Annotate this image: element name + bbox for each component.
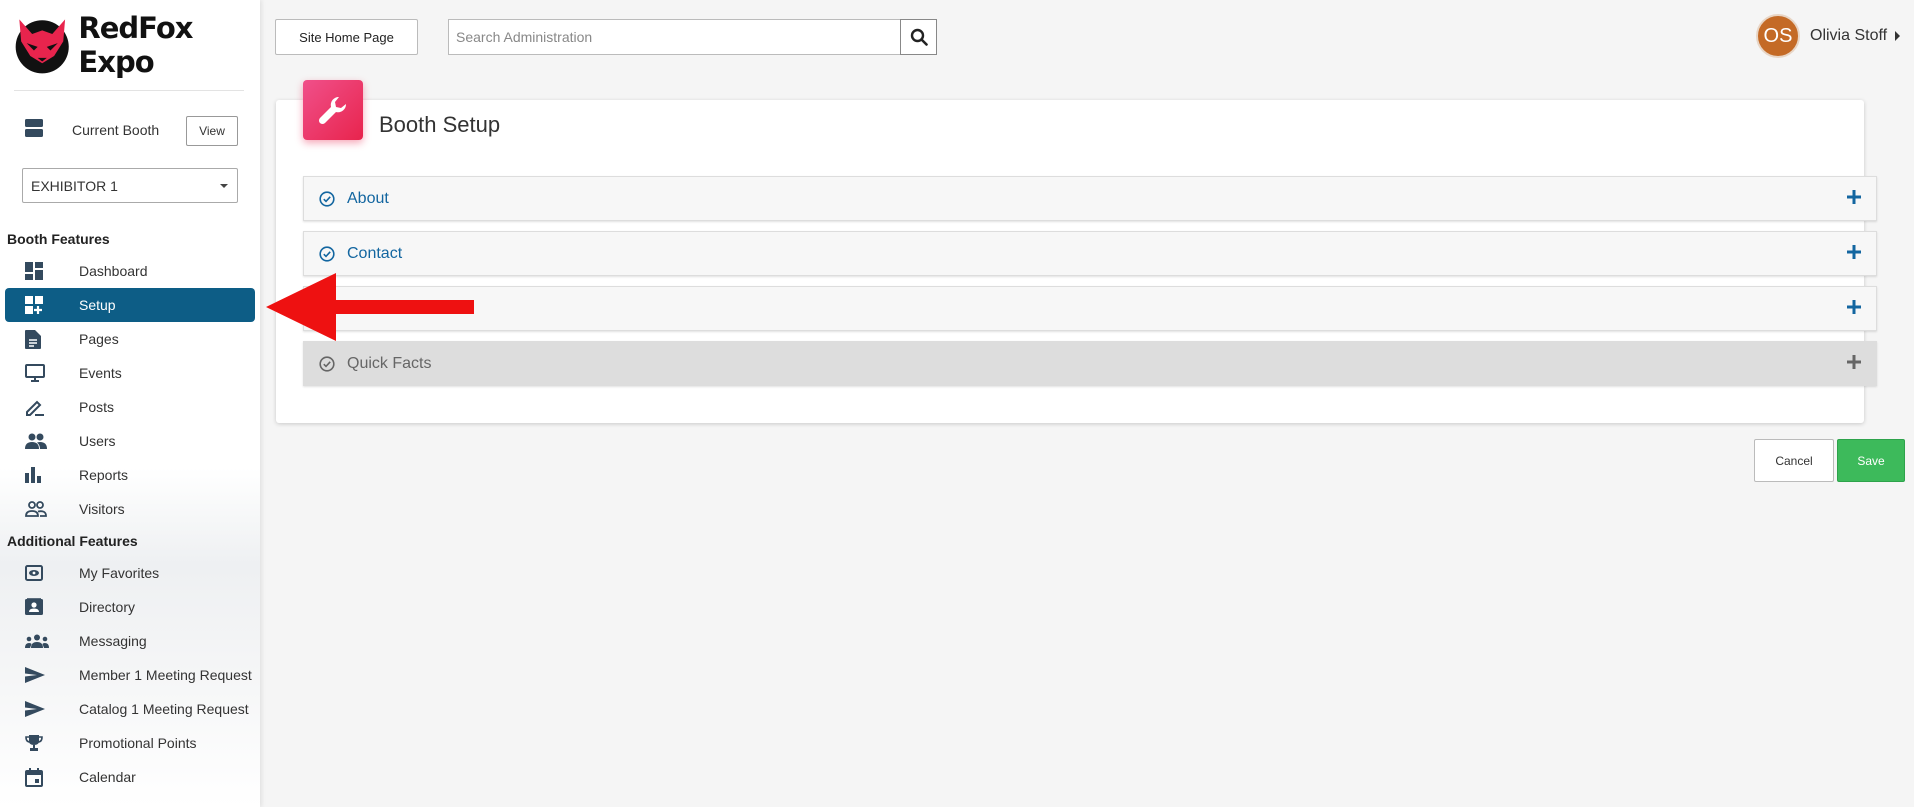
- user-name: Olivia Stoff: [1810, 27, 1888, 44]
- accordion-label: About: [347, 189, 389, 207]
- booth-features-heading: Booth Features: [7, 231, 110, 247]
- plus-icon[interactable]: [1846, 244, 1862, 260]
- check-circle-icon: [319, 190, 335, 207]
- calendar-icon: [25, 767, 51, 787]
- sidebar-item-label: Users: [79, 433, 116, 449]
- sidebar-item-catalog-meeting-request[interactable]: Catalog 1 Meeting Request: [5, 692, 255, 726]
- sidebar-item-label: Catalog 1 Meeting Request: [79, 701, 249, 717]
- sidebar-item-events[interactable]: Events: [5, 356, 255, 390]
- document-icon: [25, 329, 51, 349]
- user-menu[interactable]: OS Olivia Stoff: [1756, 14, 1901, 58]
- sidebar-item-setup[interactable]: Setup: [5, 288, 255, 322]
- sidebar-item-users[interactable]: Users: [5, 424, 255, 458]
- plus-icon[interactable]: [1846, 354, 1862, 370]
- sidebar-item-promotional-points[interactable]: Promotional Points: [5, 726, 255, 760]
- wrench-icon: [303, 80, 363, 140]
- trophy-icon: [25, 733, 51, 753]
- sidebar-item-directory[interactable]: Directory: [5, 590, 255, 624]
- sidebar-item-label: Events: [79, 365, 122, 381]
- red-arrow-icon: [266, 273, 474, 341]
- search-input[interactable]: [448, 19, 900, 55]
- check-circle-icon: [319, 355, 335, 372]
- users-icon: [25, 431, 51, 451]
- search-button[interactable]: [900, 19, 937, 55]
- booth-select[interactable]: EXHIBITOR 1: [22, 168, 238, 203]
- additional-features-heading: Additional Features: [7, 533, 138, 549]
- sidebar-item-label: Setup: [79, 297, 116, 313]
- booth-stack-icon: [24, 118, 44, 143]
- brand-logo[interactable]: RedFox Expo: [12, 11, 260, 79]
- sidebar-item-label: Member 1 Meeting Request: [79, 667, 252, 683]
- send-icon: [25, 699, 51, 719]
- contact-card-icon: [25, 597, 51, 617]
- accordion-label: Quick Facts: [347, 354, 432, 372]
- sidebar-item-label: Promotional Points: [79, 735, 197, 751]
- brand-name: RedFox Expo: [78, 11, 193, 79]
- accordion-contact[interactable]: Contact: [303, 231, 1877, 276]
- booth-select-value: EXHIBITOR 1: [31, 177, 118, 194]
- dashboard-icon: [25, 261, 51, 281]
- search-icon: [910, 28, 928, 46]
- sidebar-item-reports[interactable]: Reports: [5, 458, 255, 492]
- divider: [14, 90, 244, 91]
- sidebar-item-label: Dashboard: [79, 263, 148, 279]
- sidebar-item-label: Pages: [79, 331, 119, 347]
- eye-icon: [25, 563, 51, 583]
- dashboard-add-icon: [25, 295, 51, 315]
- check-circle-icon: [319, 245, 335, 262]
- sidebar: RedFox Expo Current Booth View EXHIBITOR…: [0, 0, 260, 807]
- sidebar-item-label: Visitors: [79, 501, 125, 517]
- sidebar-item-label: Directory: [79, 599, 136, 615]
- sidebar-item-member-meeting-request[interactable]: Member 1 Meeting Request: [5, 658, 255, 692]
- monitor-icon: [25, 363, 51, 383]
- avatar: OS: [1756, 14, 1800, 58]
- send-icon: [25, 665, 51, 685]
- sidebar-item-label: My Favorites: [79, 565, 160, 581]
- sidebar-item-visitors[interactable]: Visitors: [5, 492, 255, 526]
- sidebar-item-pages[interactable]: Pages: [5, 322, 255, 356]
- sidebar-item-calendar[interactable]: Calendar: [5, 760, 255, 794]
- sidebar-item-my-favorites[interactable]: My Favorites: [5, 556, 255, 590]
- caret-down-icon: [220, 183, 228, 188]
- group-icon: [25, 631, 51, 651]
- sidebar-item-label: Calendar: [79, 769, 136, 785]
- sidebar-item-messaging[interactable]: Messaging: [5, 624, 255, 658]
- accordion-label: Contact: [347, 244, 403, 262]
- sidebar-item-label: Reports: [79, 467, 129, 483]
- view-booth-button[interactable]: View: [186, 116, 238, 146]
- plus-icon[interactable]: [1846, 299, 1862, 315]
- plus-icon[interactable]: [1846, 189, 1862, 205]
- sidebar-item-label: Messaging: [79, 633, 147, 649]
- visitors-icon: [25, 499, 51, 519]
- cancel-button[interactable]: Cancel: [1754, 439, 1834, 482]
- accordion-section-3[interactable]: [303, 286, 1877, 331]
- accordion-about[interactable]: About: [303, 176, 1877, 221]
- sidebar-item-posts[interactable]: Posts: [5, 390, 255, 424]
- pen-icon: [25, 397, 51, 417]
- accordion-quick-facts[interactable]: Quick Facts: [303, 341, 1877, 386]
- page-title: Booth Setup: [379, 112, 501, 137]
- current-booth-label: Current Booth: [72, 122, 160, 138]
- fox-head-logo-icon: [15, 19, 69, 74]
- caret-right-icon: [1895, 31, 1901, 41]
- bar-chart-icon: [25, 465, 51, 485]
- site-home-page-button[interactable]: Site Home Page: [275, 19, 418, 55]
- sidebar-item-label: Posts: [79, 399, 115, 415]
- save-button[interactable]: Save: [1837, 439, 1905, 482]
- sidebar-item-dashboard[interactable]: Dashboard: [5, 254, 255, 288]
